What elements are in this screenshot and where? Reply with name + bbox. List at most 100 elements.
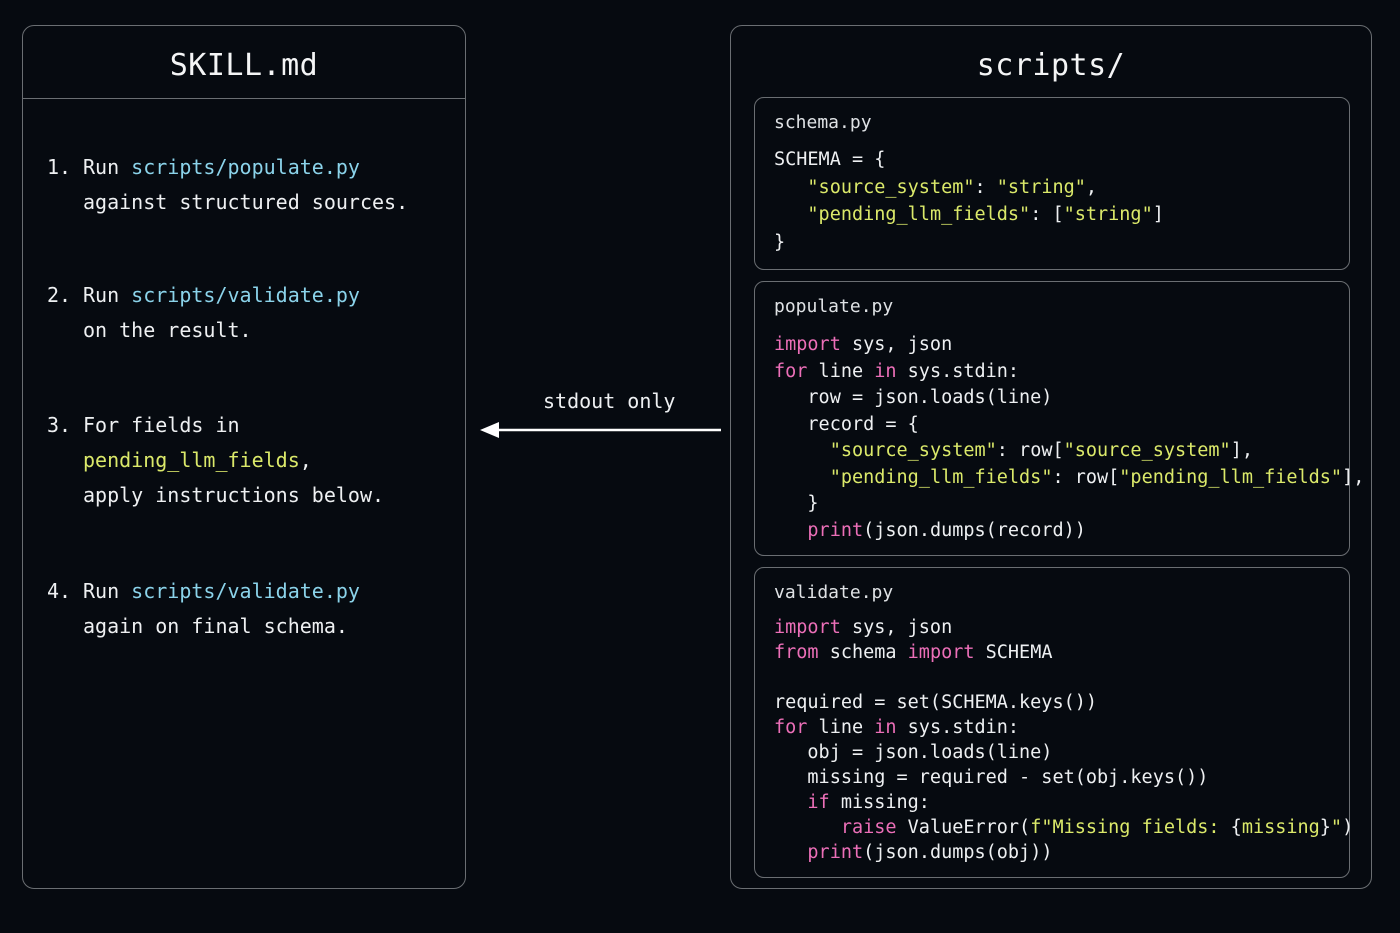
code-line: from schema import SCHEMA	[774, 640, 1353, 665]
text-segment	[774, 520, 807, 541]
text-segment: in	[874, 717, 897, 738]
text-segment: for	[774, 717, 808, 738]
text-segment: :	[974, 176, 997, 198]
text-segment	[774, 817, 841, 838]
step-line: against structured sources.	[47, 185, 408, 220]
populate-file-box: populate.py import sys, json for line in …	[754, 281, 1364, 556]
step-2: 2. Run scripts/validate.py on the result.	[47, 278, 360, 348]
text-segment	[774, 842, 807, 863]
code-block: SCHEMA = { "source_system": "string", "p…	[774, 146, 1164, 256]
text-segment	[774, 177, 807, 198]
step-4: 4. Run scripts/validate.py again on final …	[47, 574, 360, 644]
code-line: print(json.dumps(record))	[774, 518, 1364, 545]
text-segment: SCHEMA	[974, 642, 1053, 663]
left-arrow-icon	[480, 422, 721, 438]
text-segment: schema	[818, 642, 908, 663]
title-divider	[23, 98, 465, 99]
text-segment: "pending_llm_fields"	[807, 204, 1031, 225]
code-line: required = set(SCHEMA.keys())	[774, 690, 1353, 715]
text-segment: ,	[1085, 176, 1098, 198]
file-name: schema.py	[774, 112, 872, 133]
text-segment: missing:	[829, 792, 930, 813]
text-segment: : row[	[996, 440, 1064, 461]
text-segment: "	[1330, 817, 1343, 838]
text-segment	[774, 204, 807, 225]
text-segment: }	[1319, 817, 1331, 838]
step-text: against structured sources.	[83, 190, 409, 214]
text-segment: : row[	[1052, 466, 1120, 488]
code-line: SCHEMA = {	[774, 146, 1164, 174]
text-segment: record = {	[774, 413, 919, 435]
file-name: validate.py	[774, 582, 894, 603]
code-line: "pending_llm_fields": ["string"]	[774, 201, 1163, 229]
text-segment: ValueError(	[896, 817, 1031, 838]
text-segment: obj = json.loads(line)	[774, 742, 1053, 763]
step-line: on the result.	[47, 313, 360, 348]
text-segment: sys.stdin:	[896, 360, 1020, 382]
step-text: Run	[83, 283, 132, 307]
step-text: For fields in	[83, 413, 240, 437]
code-block: import sys, json from schema import SCHEM…	[774, 615, 1353, 865]
code-line: for line in sys.stdin:	[774, 715, 1353, 740]
skill-md-panel: SKILL.md 1. Run scripts/populate.py agains…	[22, 25, 466, 889]
text-segment: line	[807, 360, 875, 382]
text-segment: {	[1230, 817, 1242, 838]
script-path: scripts/validate.py	[131, 579, 360, 603]
text-segment: "pending_llm_fields"	[1119, 466, 1343, 488]
step-line: 4. Run scripts/validate.py	[47, 574, 360, 609]
code-line: "pending_llm_fields": row["pending_llm_f…	[774, 465, 1365, 492]
text-segment: sys.stdin:	[896, 717, 1020, 738]
step-text: Run	[83, 579, 132, 603]
step-line: pending_llm_fields,	[47, 443, 384, 478]
text-segment: "source_system"	[1063, 440, 1231, 461]
text-segment: import	[774, 617, 841, 638]
code-line: obj = json.loads(line)	[774, 740, 1353, 765]
step-line: 1. Run scripts/populate.py	[47, 150, 408, 185]
text-segment: missing	[1241, 817, 1320, 838]
code-line: record = {	[774, 412, 1364, 439]
step-text: ,	[299, 448, 312, 472]
text-segment: (json.dumps(record))	[863, 519, 1086, 541]
step-1: 1. Run scripts/populate.py against structu…	[47, 150, 408, 220]
step-text: Run	[83, 155, 132, 179]
text-segment: ],	[1230, 440, 1253, 461]
arrow-label: stdout only	[543, 389, 676, 413]
text-segment: "pending_llm_fields"	[829, 466, 1053, 488]
code-line: "source_system": "string",	[774, 174, 1164, 202]
skill-md-title: SKILL.md	[169, 48, 319, 83]
text-segment: print	[807, 842, 864, 863]
validate-file-box: validate.py import sys, json from schema …	[754, 567, 1353, 878]
step-line: 3. For fields in	[47, 408, 384, 443]
text-segment: "source_system"	[829, 440, 997, 461]
code-line: row = json.loads(line)	[774, 385, 1364, 412]
text-segment: from	[774, 642, 819, 663]
scripts-title: scripts/	[976, 48, 1126, 83]
text-segment: in	[874, 360, 897, 382]
text-segment: : [	[1030, 204, 1064, 225]
step-3: 3. For fields in pending_llm_fields, apply …	[47, 408, 384, 513]
schema-file-box: schema.py SCHEMA = { "source_system": "s…	[754, 97, 1350, 270]
step-line: 2. Run scripts/validate.py	[47, 278, 360, 313]
code-block: import sys, json for line in sys.stdin: r…	[774, 332, 1364, 544]
text-segment: "string"	[996, 176, 1086, 198]
code-line: missing = required - set(obj.keys())	[774, 765, 1353, 790]
code-line: import sys, json	[774, 332, 1364, 359]
text-segment: missing = required - set(obj.keys())	[774, 767, 1209, 788]
text-segment: SCHEMA = {	[774, 149, 886, 170]
step-number: 3.	[47, 413, 72, 437]
text-segment: print	[807, 519, 864, 541]
script-path: scripts/validate.py	[131, 283, 360, 307]
step-number: 1.	[47, 155, 72, 179]
text-segment: ],	[1342, 466, 1365, 488]
code-line: }	[774, 491, 1364, 518]
text-segment: f"Missing fields:	[1030, 817, 1231, 838]
text-segment: )	[1342, 817, 1354, 838]
step-text: apply instructions below.	[83, 483, 385, 507]
field-name: pending_llm_fields	[83, 448, 300, 472]
text-segment	[774, 467, 830, 488]
text-segment: "source_system"	[807, 176, 975, 198]
text-segment: }	[774, 493, 819, 514]
text-segment: required = set(SCHEMA.keys())	[774, 692, 1098, 713]
text-segment: for	[774, 360, 808, 382]
code-line: if missing:	[774, 790, 1353, 815]
